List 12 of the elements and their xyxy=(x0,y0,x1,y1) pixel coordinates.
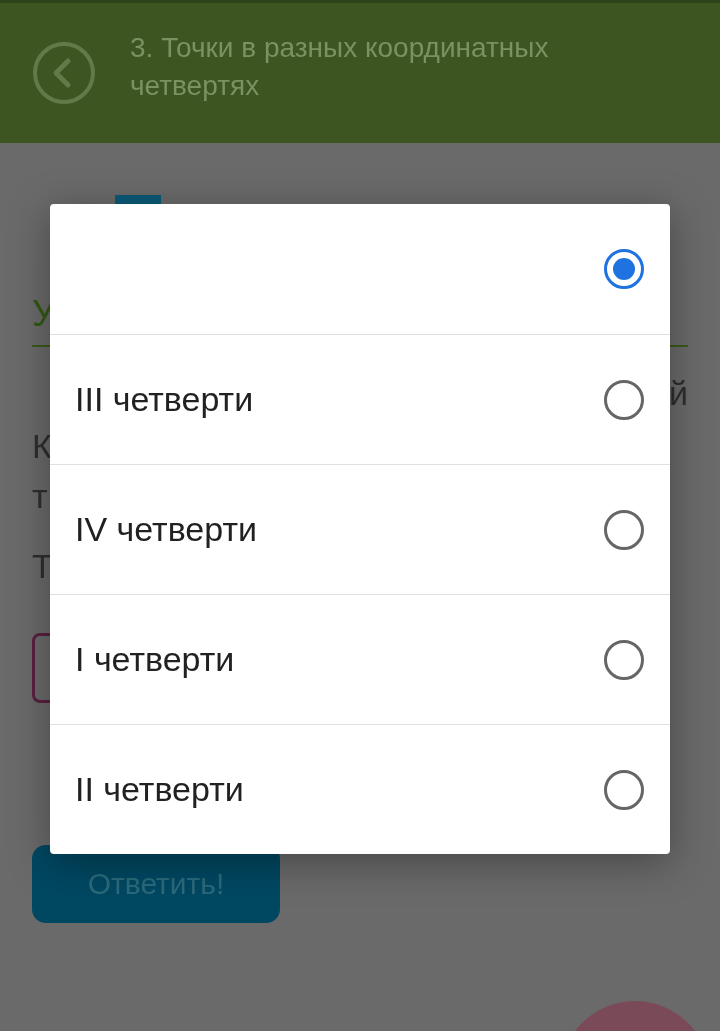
choice-option[interactable]: II четверти xyxy=(50,724,670,854)
screen-title: 3. Точки в разных координатных четвертях xyxy=(130,31,550,103)
radio-button[interactable] xyxy=(604,379,644,420)
text-fragment: Т xyxy=(32,546,53,586)
radio-button[interactable] xyxy=(604,639,644,680)
choice-option[interactable]: IV четверти xyxy=(50,464,670,594)
radio-button[interactable] xyxy=(604,769,644,810)
text-fragment: т xyxy=(32,476,48,516)
choice-option[interactable]: III четверти xyxy=(50,334,670,464)
radio-button[interactable] xyxy=(604,509,644,550)
choice-option[interactable]: I четверти xyxy=(50,594,670,724)
radio-button[interactable] xyxy=(604,249,644,289)
